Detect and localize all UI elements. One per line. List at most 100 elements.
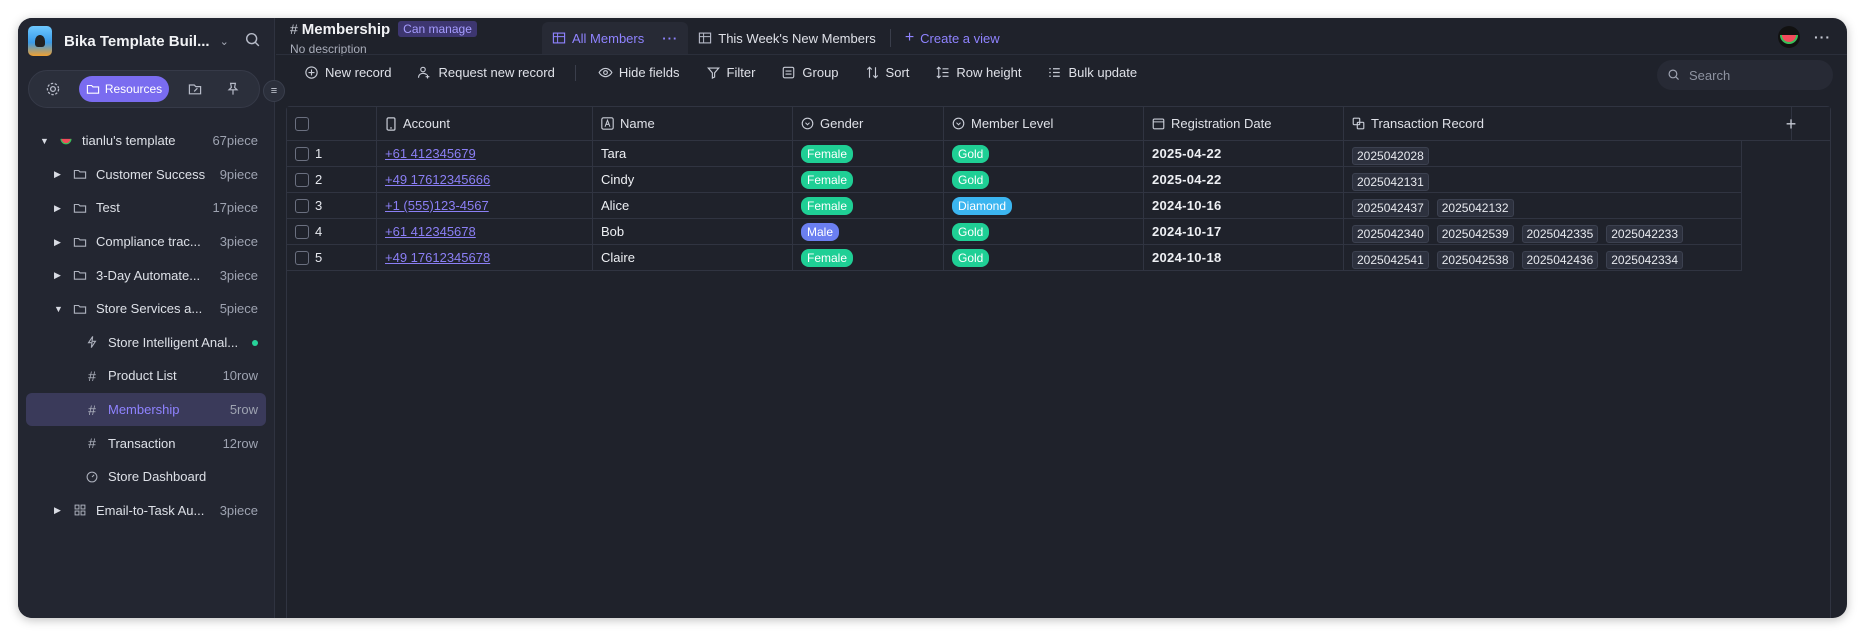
share-icon[interactable] [183,77,207,101]
caret-right-icon[interactable]: ▶ [54,237,64,247]
member-level-cell[interactable]: Diamond [944,193,1144,218]
member-level-cell[interactable]: Gold [944,245,1144,270]
member-level-cell[interactable]: Gold [944,219,1144,244]
column-header-transaction-record[interactable]: Transaction Record [1344,107,1792,140]
gender-cell[interactable]: Female [793,193,944,218]
name-cell[interactable]: Claire [593,245,793,270]
name-cell[interactable]: Cindy [593,167,793,192]
table-row[interactable]: 1 +61 412345679 Tara Female Gold 2025-04-22 20… [287,141,1742,167]
add-column-button[interactable]: + [1752,107,1830,141]
caret-right-icon[interactable]: ▶ [54,203,64,213]
registration-date-cell[interactable]: 2024-10-18 [1144,245,1344,270]
bulk-update-button[interactable]: Bulk update [1047,65,1137,80]
tab-resources[interactable]: Resources [79,76,169,102]
table-row[interactable]: 3 +1 (555)123-4567 Alice Female Diamond 2024-… [287,193,1742,219]
sidebar-item[interactable]: # Product List 10row [26,359,266,393]
sidebar-item[interactable]: Store Dashboard [26,460,266,494]
gender-cell[interactable]: Female [793,167,944,192]
caret-down-icon[interactable]: ▼ [40,136,50,146]
sidebar-item[interactable]: ▶ Customer Success 9piece [26,158,266,192]
sidebar-item[interactable]: ▶ 3-Day Automate... 3piece [26,258,266,292]
create-view-button[interactable]: + Create a view [895,22,1010,54]
account-cell[interactable]: +49 17612345666 [377,167,593,192]
registration-date-cell[interactable]: 2025-04-22 [1144,167,1344,192]
workspace-header[interactable]: Bika Template Buil... ⌄ [28,24,266,58]
registration-date-cell[interactable]: 2024-10-16 [1144,193,1344,218]
column-header-member-level[interactable]: Member Level [944,107,1144,140]
column-header-name[interactable]: Name [593,107,793,140]
more-icon[interactable]: ··· [662,31,678,46]
tab-all-members[interactable]: All Members ··· [542,22,689,54]
sidebar-item[interactable]: # Transaction 12row [26,426,266,460]
name-cell[interactable]: Alice [593,193,793,218]
account-link[interactable]: +61 412345679 [385,146,476,161]
caret-down-icon[interactable]: ▼ [54,304,64,314]
name-cell[interactable]: Tara [593,141,793,166]
column-header-gender[interactable]: Gender [793,107,944,140]
gender-cell[interactable]: Female [793,245,944,270]
transaction-chip[interactable]: 2025042132 [1436,199,1514,217]
transaction-record-cell[interactable]: 2025042028 [1344,141,1742,166]
table-row[interactable]: 4 +61 412345678 Bob Male Gold 2024-10-17 20250… [287,219,1742,245]
table-row[interactable]: 5 +49 17612345678 Claire Female Gold 2024-10-… [287,245,1742,271]
row-checkbox[interactable] [295,198,309,213]
transaction-chip[interactable]: 2025042131 [1352,173,1429,191]
caret-right-icon[interactable]: ▶ [54,270,64,280]
transaction-chip[interactable]: 2025042437 [1352,199,1429,217]
column-header-account[interactable]: Account [377,107,593,140]
hide-fields-button[interactable]: Hide fields [598,65,680,80]
new-record-button[interactable]: New record [304,65,391,80]
transaction-chip[interactable]: 2025042340 [1352,225,1429,243]
row-checkbox[interactable] [295,172,309,187]
caret-right-icon[interactable]: ▶ [54,505,64,515]
transaction-chip[interactable]: 2025042334 [1606,251,1683,269]
sort-button[interactable]: Sort [865,65,909,80]
transaction-chip[interactable]: 2025042233 [1606,225,1683,243]
transaction-record-cell[interactable]: 2025042340 2025042539 2025042335 2025042233 [1344,219,1742,244]
row-checkbox[interactable] [295,250,309,265]
search-input[interactable]: Search [1657,60,1833,90]
sidebar-item[interactable]: ▼ Store Services a... 5piece [26,292,266,326]
transaction-chip[interactable]: 2025042541 [1352,251,1429,269]
transaction-chip[interactable]: 2025042538 [1436,251,1514,269]
gender-cell[interactable]: Male [793,219,944,244]
account-cell[interactable]: +49 17612345678 [377,245,593,270]
row-checkbox[interactable] [295,146,309,161]
sidebar-item[interactable]: # Membership 5row [26,392,266,427]
account-cell[interactable]: +1 (555)123-4567 [377,193,593,218]
transaction-chip[interactable]: 2025042335 [1521,225,1599,243]
sidebar-item[interactable]: ▶ Email-to-Task Au... 3piece [26,494,266,528]
account-cell[interactable]: +61 412345679 [377,141,593,166]
transaction-chip[interactable]: 2025042028 [1352,147,1429,165]
gear-icon[interactable] [41,77,65,101]
tab-this-weeks-new-members[interactable]: This Week's New Members [688,22,886,54]
name-cell[interactable]: Bob [593,219,793,244]
sidebar-item[interactable]: Store Intelligent Anal... [26,326,266,360]
gender-cell[interactable]: Female [793,141,944,166]
filter-button[interactable]: Filter [706,65,755,80]
account-link[interactable]: +49 17612345666 [385,172,490,187]
sidebar-item[interactable]: ▶ Compliance trac... 3piece [26,225,266,259]
account-link[interactable]: +1 (555)123-4567 [385,198,489,213]
registration-date-cell[interactable]: 2025-04-22 [1144,141,1344,166]
account-cell[interactable]: +61 412345678 [377,219,593,244]
transaction-record-cell[interactable]: 2025042437 2025042132 [1344,193,1742,218]
more-icon[interactable]: ··· [1814,29,1831,45]
watermelon-icon[interactable] [1778,26,1800,48]
account-link[interactable]: +49 17612345678 [385,250,490,265]
sidebar-item[interactable]: ▶ Test 17piece [26,191,266,225]
caret-right-icon[interactable]: ▶ [54,169,64,179]
transaction-record-cell[interactable]: 2025042541 2025042538 2025042436 2025042334 [1344,245,1742,270]
search-icon[interactable] [244,31,262,49]
chevron-down-icon[interactable]: ⌄ [220,35,229,48]
transaction-chip[interactable]: 2025042436 [1521,251,1599,269]
member-level-cell[interactable]: Gold [944,167,1144,192]
group-button[interactable]: Group [781,65,839,80]
select-all-checkbox[interactable] [295,116,309,131]
member-level-cell[interactable]: Gold [944,141,1144,166]
sidebar-item[interactable]: ▼ tianlu's template 67piece [26,124,266,158]
account-link[interactable]: +61 412345678 [385,224,476,239]
row-checkbox[interactable] [295,224,309,239]
collapse-sidebar-icon[interactable]: ≡ [263,80,285,102]
column-header-registration-date[interactable]: Registration Date [1144,107,1344,140]
